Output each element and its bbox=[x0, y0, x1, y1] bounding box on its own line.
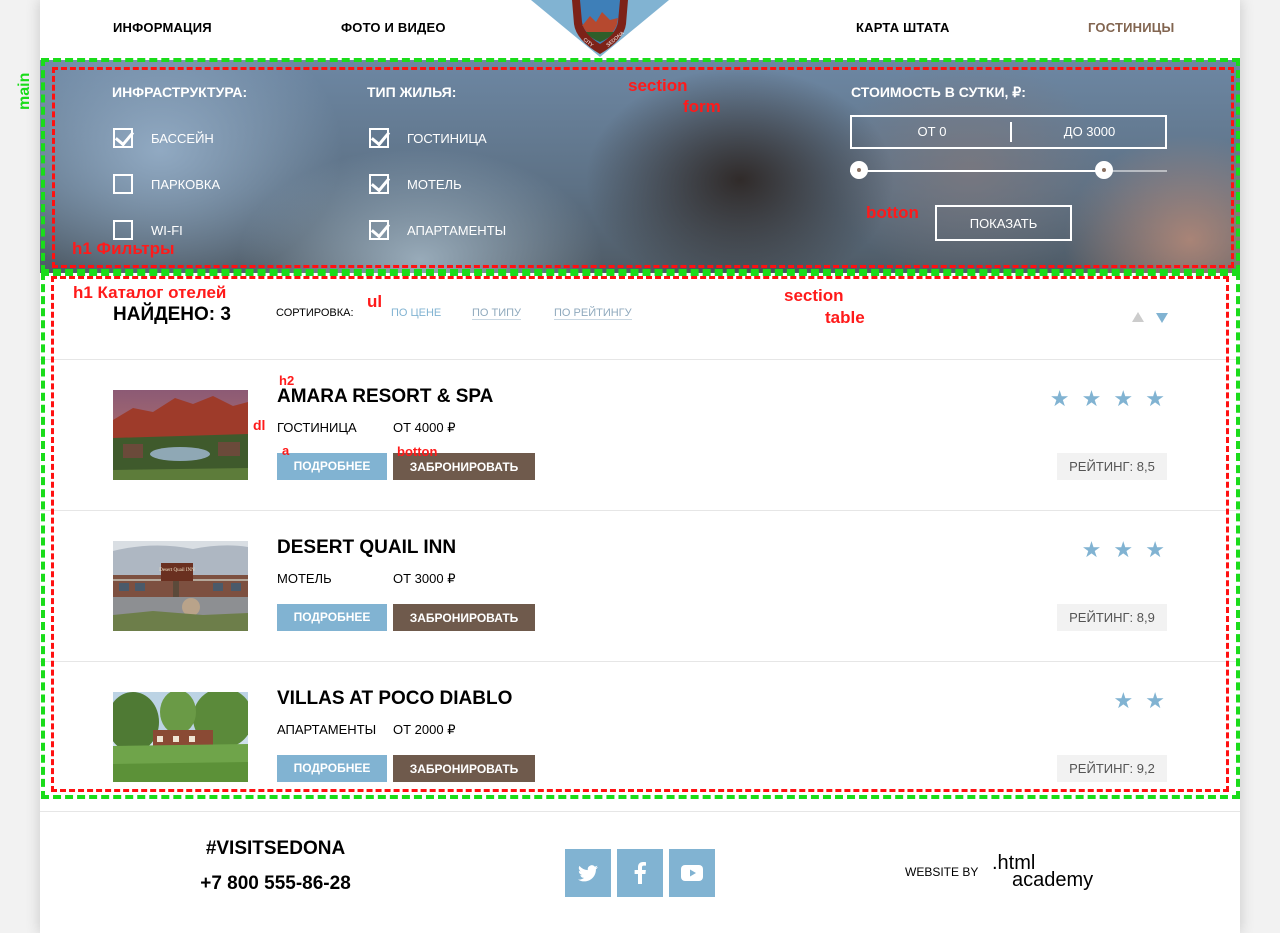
price-slider-handle-min[interactable] bbox=[850, 161, 868, 179]
more-details-link[interactable]: ПОДРОБНЕЕ bbox=[277, 453, 387, 480]
annotation-h1-filters-label: h1 Фильтры bbox=[72, 239, 175, 258]
hotel-photo bbox=[113, 390, 248, 480]
hotel-price: ОТ 3000 ₽ bbox=[393, 571, 456, 586]
rating-badge: РЕЙТИНГ: 9,2 bbox=[1057, 755, 1167, 782]
annotation-table-label: table bbox=[825, 308, 865, 327]
more-details-link[interactable]: ПОДРОБНЕЕ bbox=[277, 755, 387, 782]
city-of-sedona-logo[interactable]: CITY SEDONA bbox=[568, 0, 632, 54]
nav-item-photo-video[interactable]: ФОТО И ВИДЕО bbox=[341, 20, 446, 35]
academy-line-2: academy bbox=[1012, 869, 1094, 891]
annotation-h2-label: h2 bbox=[279, 373, 295, 388]
checkbox-hotel-box[interactable] bbox=[369, 128, 389, 148]
infrastructure-heading: ИНФРАСТРУКТУРА: bbox=[112, 84, 248, 100]
price-slider-handle-max[interactable] bbox=[1094, 161, 1113, 179]
annotation-section-label: section bbox=[628, 76, 688, 95]
sort-by-price[interactable]: ПО ЦЕНЕ bbox=[391, 307, 441, 319]
price-from-input[interactable]: ОТ 0 bbox=[852, 117, 1012, 147]
price-range-inputs[interactable]: ОТ 0 ДО 3000 bbox=[850, 115, 1167, 149]
hotel-photo bbox=[113, 692, 248, 782]
annotation-section-table-label: section bbox=[784, 286, 844, 305]
checkbox-hotel[interactable]: ГОСТИНИЦА bbox=[369, 128, 487, 148]
footer-phone: +7 800 555-86-28 bbox=[200, 873, 351, 894]
rating-badge: РЕЙТИНГ: 8,9 bbox=[1057, 604, 1167, 631]
hotel-name: AMARA RESORT & SPA bbox=[277, 386, 494, 407]
show-button[interactable]: ПОКАЗАТЬ bbox=[935, 205, 1072, 241]
more-details-link[interactable]: ПОДРОБНЕЕ bbox=[277, 604, 387, 631]
hotel-card: VILLAS AT POCO DIABLO АПАРТАМЕНТЫ ОТ 200… bbox=[40, 662, 1240, 813]
hotel-price: ОТ 4000 ₽ bbox=[393, 420, 456, 435]
checkbox-motel[interactable]: МОТЕЛЬ bbox=[369, 174, 462, 194]
checkbox-parking-box[interactable] bbox=[113, 174, 133, 194]
checkbox-wifi-label: WI-FI bbox=[151, 222, 183, 238]
footer-hashtag: #VISITSEDONA bbox=[205, 838, 346, 859]
annotation-a-label: a bbox=[282, 443, 290, 458]
star-rating-icon: ★ ★ bbox=[1113, 688, 1168, 713]
twitter-icon[interactable] bbox=[565, 849, 611, 897]
hotel-name: DESERT QUAIL INN bbox=[277, 537, 457, 558]
price-to-input[interactable]: ДО 3000 bbox=[1012, 117, 1167, 147]
annotation-ul-label: ul bbox=[367, 292, 383, 311]
price-heading: СТОИМОСТЬ В СУТКИ, ₽: bbox=[851, 84, 1026, 100]
annotation-botton-card-label: botton bbox=[397, 444, 438, 459]
hotel-name: VILLAS AT POCO DIABLO bbox=[277, 688, 513, 709]
checkbox-pool-box[interactable] bbox=[113, 128, 133, 148]
footer-divider bbox=[40, 811, 1240, 812]
book-button[interactable]: ЗАБРОНИРОВАТЬ bbox=[393, 755, 535, 782]
html-academy-logo[interactable]: .html academy bbox=[992, 853, 1094, 891]
checkbox-motel-label: МОТЕЛЬ bbox=[407, 176, 462, 192]
annotation-h1-catalog-label: h1 Каталог отелей bbox=[73, 283, 227, 302]
sort-by-rating[interactable]: ПО РЕЙТИНГУ bbox=[554, 307, 632, 320]
checkbox-pool-label: БАССЕЙН bbox=[151, 130, 214, 146]
hotel-type: АПАРТАМЕНТЫ bbox=[277, 722, 377, 737]
annotation-form-label: form bbox=[683, 97, 721, 116]
checkbox-parking[interactable]: ПАРКОВКА bbox=[113, 174, 220, 194]
checkbox-wifi[interactable]: WI-FI bbox=[113, 220, 183, 240]
youtube-icon[interactable] bbox=[669, 849, 715, 897]
hotel-card: AMARA RESORT & SPA ГОСТИНИЦА ОТ 4000 ₽ П… bbox=[40, 360, 1240, 511]
checkbox-hotel-label: ГОСТИНИЦА bbox=[407, 130, 487, 146]
sort-label: СОРТИРОВКА: bbox=[276, 307, 354, 319]
sort-descending-arrow-icon[interactable] bbox=[1156, 313, 1168, 323]
checkbox-parking-label: ПАРКОВКА bbox=[151, 176, 221, 192]
annotation-main-label: main bbox=[16, 72, 33, 110]
book-button[interactable]: ЗАБРОНИРОВАТЬ bbox=[393, 604, 535, 631]
hotel-card: Desert Quail INN DESERT QUAIL INN МОТЕЛЬ… bbox=[40, 511, 1240, 662]
annotation-dl-label: dl bbox=[253, 417, 266, 433]
star-rating-icon: ★ ★ ★ bbox=[1081, 537, 1168, 562]
facebook-icon[interactable] bbox=[617, 849, 663, 897]
housing-heading: ТИП ЖИЛЬЯ: bbox=[367, 84, 457, 100]
sort-ascending-arrow-icon[interactable] bbox=[1132, 312, 1144, 322]
hotel-price: ОТ 2000 ₽ bbox=[393, 722, 456, 737]
star-rating-icon: ★ ★ ★ ★ bbox=[1049, 386, 1168, 411]
nav-item-info[interactable]: ИНФОРМАЦИЯ bbox=[113, 20, 212, 35]
checkbox-pool[interactable]: БАССЕЙН bbox=[113, 128, 214, 148]
nav-item-map[interactable]: КАРТА ШТАТА bbox=[856, 20, 950, 35]
checkbox-apartments[interactable]: АПАРТАМЕНТЫ bbox=[369, 220, 506, 240]
hotel-type: МОТЕЛЬ bbox=[277, 571, 332, 586]
inn-sign-text: Desert Quail INN bbox=[159, 568, 195, 573]
checkbox-motel-box[interactable] bbox=[369, 174, 389, 194]
checkbox-apartments-label: АПАРТАМЕНТЫ bbox=[407, 222, 507, 238]
checkbox-apartments-box[interactable] bbox=[369, 220, 389, 240]
annotation-button-label: botton bbox=[866, 203, 919, 222]
nav-item-hotels[interactable]: ГОСТИНИЦЫ bbox=[1088, 20, 1174, 35]
price-slider[interactable] bbox=[850, 161, 1167, 179]
sort-by-type[interactable]: ПО ТИПУ bbox=[472, 307, 522, 320]
hotel-type: ГОСТИНИЦА bbox=[277, 420, 357, 435]
found-count: НАЙДЕНО: 3 bbox=[113, 304, 231, 325]
checkbox-wifi-box[interactable] bbox=[113, 220, 133, 240]
hotel-photo: Desert Quail INN bbox=[113, 541, 248, 631]
website-by-label: WEBSITE BY bbox=[905, 865, 979, 879]
rating-badge: РЕЙТИНГ: 8,5 bbox=[1057, 453, 1167, 480]
price-slider-fill bbox=[850, 170, 1104, 172]
